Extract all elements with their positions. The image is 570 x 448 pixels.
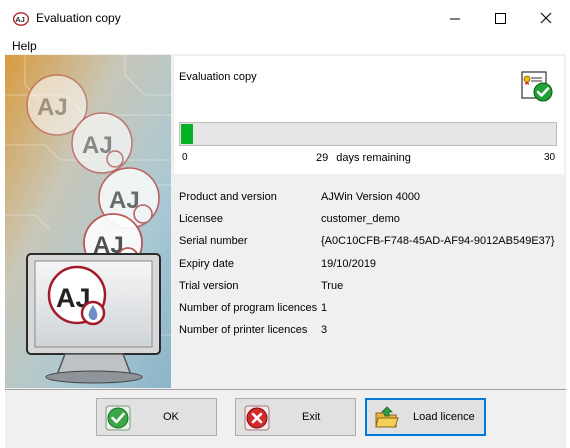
progress-max-label: 30	[544, 152, 556, 163]
load-licence-button[interactable]: Load licence	[365, 398, 486, 436]
checkmark-icon	[105, 405, 131, 431]
title-bar: AJ Evaluation copy	[0, 0, 570, 36]
certificate-check-icon	[521, 71, 553, 102]
days-remaining-suffix: days remaining	[336, 152, 411, 164]
menu-item-help[interactable]: Help	[12, 39, 37, 53]
maximize-button[interactable]	[478, 0, 524, 36]
close-icon	[540, 12, 552, 24]
product-version-label: Product and version	[179, 191, 277, 203]
licensee-label: Licensee	[179, 213, 224, 225]
branding-illustration: AJ AJ AJ AJ AJ	[5, 55, 171, 388]
progress-min-label: 0	[182, 152, 188, 163]
ok-button[interactable]: OK	[96, 398, 217, 436]
printer-licences-label: Number of printer licences	[179, 324, 308, 336]
minimize-button[interactable]	[432, 0, 478, 36]
exit-button[interactable]: Exit	[235, 398, 356, 436]
trial-version-value: True	[321, 280, 344, 292]
minimize-icon	[450, 18, 460, 20]
folder-open-icon	[375, 406, 399, 428]
program-licences-value: 1	[321, 302, 328, 314]
progress-fill	[181, 124, 193, 144]
product-version-value: AJWin Version 4000	[321, 191, 421, 203]
load-licence-button-label: Load licence	[413, 411, 475, 423]
serial-number-value: {A0C10CFB-F748-45AD-AF94-9012AB549E37}	[321, 235, 555, 247]
header-title: Evaluation copy	[179, 71, 257, 83]
program-licences-label: Number of program licences	[179, 302, 318, 314]
expiry-date-label: Expiry date	[179, 258, 235, 270]
svg-text:AJ: AJ	[37, 94, 68, 121]
stop-x-icon	[244, 405, 270, 431]
menu-bar: Help	[0, 36, 570, 54]
maximize-icon	[495, 13, 506, 24]
branding-artwork: AJ AJ AJ AJ AJ	[5, 55, 171, 388]
licensee-value: customer_demo	[321, 213, 400, 225]
serial-number-label: Serial number	[179, 235, 248, 247]
printer-licences-value: 3	[321, 324, 328, 336]
days-remaining-text: 29 days remaining	[316, 152, 411, 164]
close-button[interactable]	[524, 0, 570, 36]
exit-button-label: Exit	[302, 411, 321, 423]
trial-version-label: Trial version	[179, 280, 239, 292]
ok-button-label: OK	[163, 411, 179, 423]
aj-logo-icon: AJ	[13, 12, 29, 26]
svg-text:AJ: AJ	[15, 15, 25, 24]
expiry-date-value: 19/10/2019	[321, 258, 377, 270]
days-remaining-count: 29	[316, 152, 329, 164]
window-title: Evaluation copy	[36, 11, 121, 25]
days-remaining-progress-bar	[179, 122, 557, 146]
